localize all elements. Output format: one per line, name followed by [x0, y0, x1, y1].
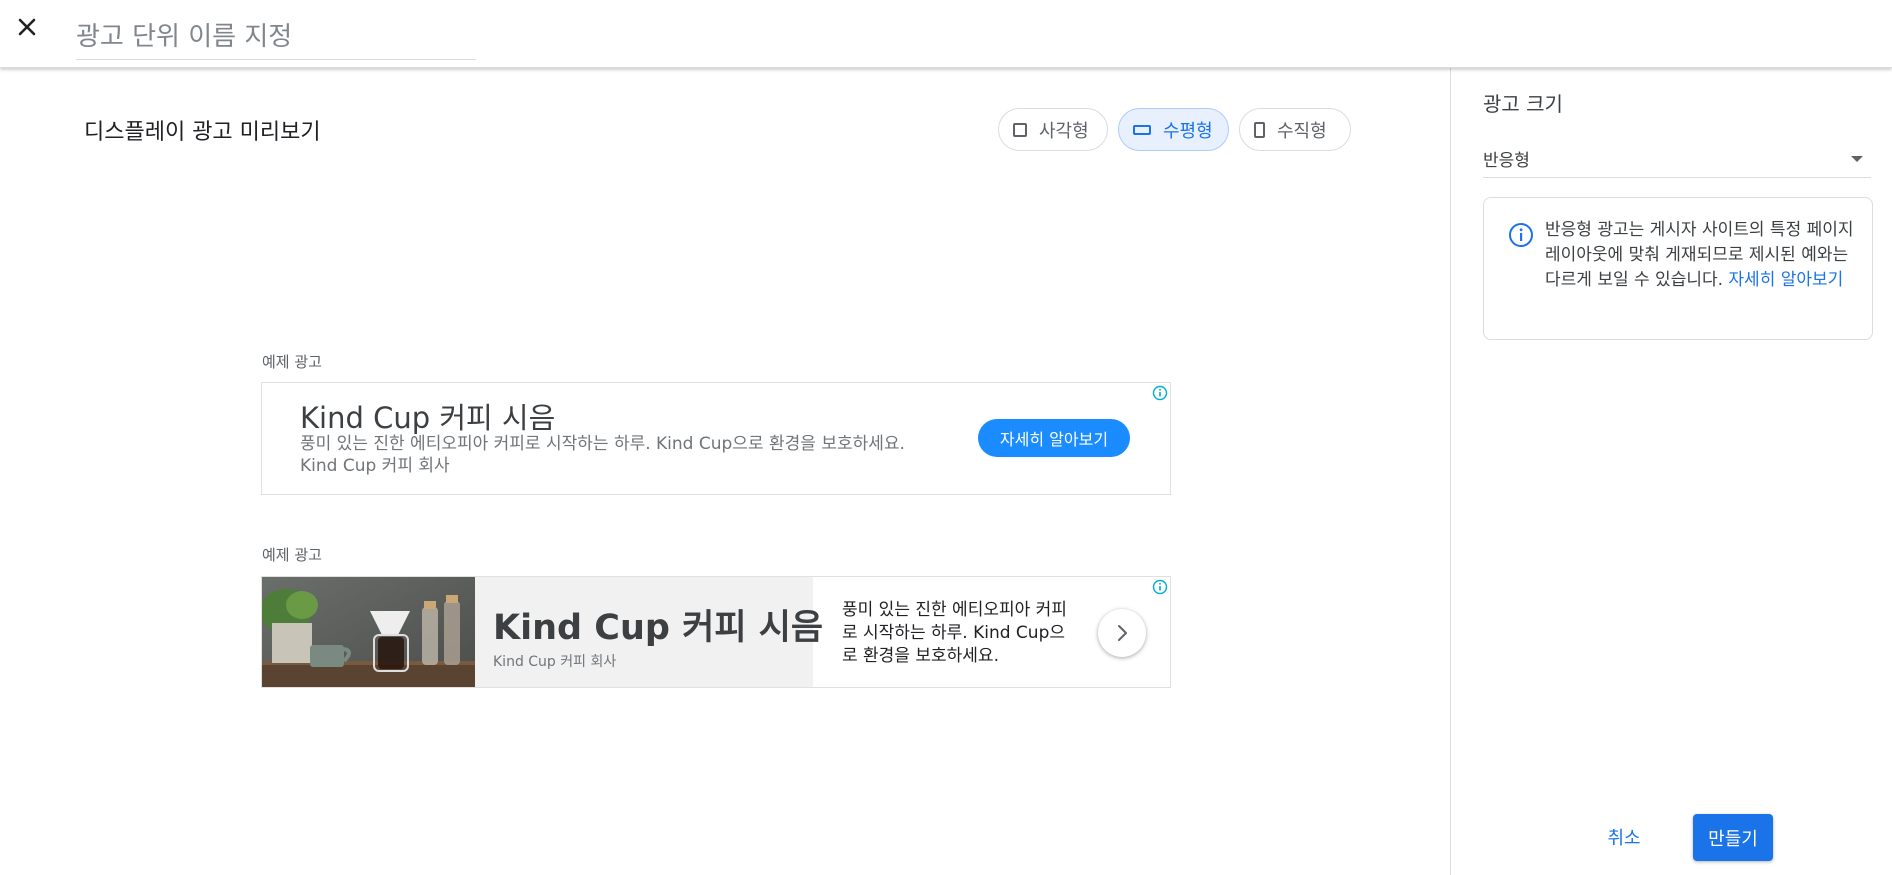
close-icon[interactable] [12, 12, 42, 42]
example-ad-text[interactable]: Kind Cup 커피 시음 풍미 있는 진한 에티오피아 커피로 시작하는 하… [261, 382, 1171, 495]
example-ad-label-2: 예제 광고 [262, 546, 322, 564]
shape-toggle-group: 사각형 수평형 수직형 [998, 108, 1351, 151]
toggle-square[interactable]: 사각형 [998, 108, 1108, 151]
toggle-vertical-label: 수직형 [1277, 120, 1327, 142]
coffee-product-image [262, 577, 475, 687]
vertical-shape-icon [1254, 121, 1265, 138]
ad-size-heading: 광고 크기 [1483, 92, 1563, 116]
ad-unit-name-input[interactable] [76, 14, 476, 60]
preview-area: 디스플레이 광고 미리보기 사각형 수평형 수직형 예제 광고 Kind Cup… [0, 68, 1450, 875]
toggle-vertical[interactable]: 수직형 [1239, 108, 1351, 151]
toggle-horizontal[interactable]: 수평형 [1118, 108, 1229, 151]
advertiser-name: Kind Cup 커피 회사 [493, 654, 617, 670]
toggle-square-label: 사각형 [1039, 120, 1089, 142]
responsive-info-box: 반응형 광고는 게시자 사이트의 특정 페이지 레이아웃에 맞춰 게재되므로 제… [1483, 197, 1873, 340]
caret-down-icon [1851, 155, 1863, 162]
example-ad-image[interactable]: Kind Cup 커피 시음 Kind Cup 커피 회사 풍미 있는 진한 에… [261, 576, 1171, 688]
create-button[interactable]: 만들기 [1693, 814, 1773, 861]
square-shape-icon [1013, 122, 1027, 137]
side-panel: 광고 크기 반응형 반응형 광고는 게시자 사이트의 특정 페이지 레이아웃에 … [1450, 68, 1892, 875]
ad-description: 풍미 있는 진한 에티오피아 커피로 시작하는 하루. Kind Cup으로 환… [842, 600, 1067, 666]
adchoices-info-icon[interactable] [1152, 579, 1168, 595]
adchoices-info-icon[interactable] [1152, 385, 1168, 401]
info-icon [1508, 222, 1534, 248]
top-bar [0, 0, 1892, 68]
learn-more-link[interactable]: 자세히 알아보기 [1728, 270, 1843, 290]
info-text: 반응형 광고는 게시자 사이트의 특정 페이지 레이아웃에 맞춰 게재되므로 제… [1545, 218, 1855, 293]
cancel-button[interactable]: 취소 [1591, 820, 1657, 854]
toggle-horizontal-label: 수평형 [1163, 120, 1213, 142]
ad-headline-large: Kind Cup 커피 시음 [493, 608, 824, 648]
ad-headline-panel: Kind Cup 커피 시음 Kind Cup 커피 회사 [475, 577, 823, 687]
example-ad-label: 예제 광고 [262, 353, 322, 371]
horizontal-shape-icon [1133, 124, 1151, 135]
learn-more-button[interactable]: 자세히 알아보기 [978, 419, 1130, 457]
ad-headline: Kind Cup 커피 시음 [300, 401, 556, 435]
page-title: 디스플레이 광고 미리보기 [84, 120, 321, 145]
chevron-right-icon[interactable] [1098, 609, 1146, 657]
ad-size-dropdown[interactable]: 반응형 [1483, 140, 1871, 178]
ad-description: 풍미 있는 진한 에티오피아 커피로 시작하는 하루. Kind Cup으로 환… [300, 434, 905, 476]
ad-size-value: 반응형 [1483, 151, 1530, 171]
